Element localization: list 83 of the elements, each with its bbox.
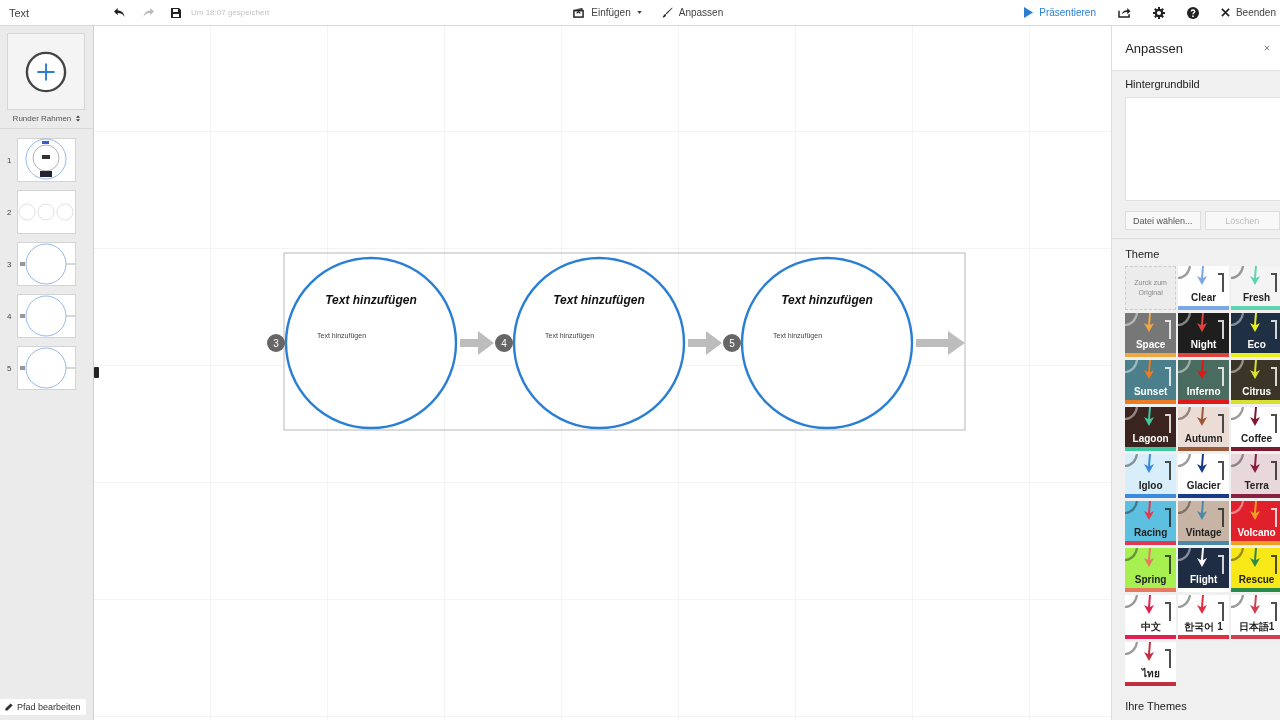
frame-title[interactable]: Text hinzufügen — [781, 293, 873, 307]
play-icon — [1024, 7, 1034, 18]
settings-icon[interactable] — [1152, 6, 1165, 19]
theme-sample-drawing — [1231, 407, 1280, 433]
theme-tile[interactable]: Flight — [1178, 548, 1230, 592]
theme-tile[interactable]: Volcano — [1231, 501, 1280, 545]
theme-tile[interactable]: Coffee — [1231, 407, 1280, 451]
frame-title[interactable]: Text hinzufügen — [553, 293, 645, 307]
theme-tile[interactable]: 한국어 1 — [1178, 595, 1230, 639]
customize-button[interactable]: Anpassen — [661, 7, 724, 18]
edit-path-button[interactable]: Pfad bearbeiten — [0, 699, 86, 715]
theme-tile[interactable]: Night — [1178, 313, 1230, 357]
frame-number: 5 — [729, 338, 735, 349]
frame-number: 4 — [501, 338, 507, 349]
theme-tile[interactable]: Lagoon — [1125, 407, 1177, 451]
present-button[interactable]: Präsentieren — [1024, 7, 1096, 18]
close-icon[interactable] — [1264, 45, 1270, 51]
section-label: Theme — [1125, 248, 1161, 260]
theme-sample-drawing — [1231, 595, 1280, 621]
theme-sample-drawing — [1231, 501, 1280, 527]
slide-thumbnail[interactable] — [17, 242, 76, 286]
theme-tile[interactable]: Sunset — [1125, 360, 1177, 404]
slide-number: 2 — [7, 207, 11, 217]
undo-icon[interactable] — [113, 7, 126, 18]
insert-icon — [572, 7, 586, 18]
frame-number: 3 — [273, 338, 279, 349]
theme-tile[interactable]: Igloo — [1125, 454, 1177, 498]
circle-frame[interactable] — [512, 256, 686, 430]
insert-menu-button[interactable]: Einfügen — [572, 7, 642, 18]
frame-number-badge[interactable] — [266, 334, 285, 352]
slide-thumbnail[interactable] — [17, 294, 76, 338]
document-title[interactable]: Text — [9, 6, 109, 19]
theme-tile[interactable]: Spring — [1125, 548, 1177, 592]
section-label: Hintergrundbild — [1125, 78, 1201, 90]
updown-icon — [76, 115, 81, 122]
theme-sample-drawing — [1231, 454, 1280, 480]
theme-tile[interactable]: Fresh — [1231, 266, 1280, 310]
theme-tile[interactable]: Autumn — [1178, 407, 1230, 451]
theme-tile[interactable]: Inferno — [1178, 360, 1230, 404]
theme-tile[interactable]: 日本語1 — [1231, 595, 1280, 639]
theme-tile[interactable]: Space — [1125, 313, 1177, 357]
brush-icon — [661, 7, 673, 18]
pencil-icon — [5, 703, 13, 711]
save-icon[interactable] — [171, 7, 181, 18]
help-icon[interactable] — [1186, 6, 1199, 19]
theme-tile[interactable]: Eco — [1231, 313, 1280, 357]
panel-title: Anpassen — [1125, 40, 1183, 56]
plus-circle-icon — [25, 50, 68, 93]
circle-frame[interactable] — [284, 256, 458, 430]
slide-number: 1 — [7, 155, 11, 165]
section-label: Ihre Themes — [1125, 700, 1188, 712]
theme-tile[interactable]: ไทย — [1125, 642, 1177, 686]
theme-sample-drawing — [1231, 313, 1280, 339]
exit-button[interactable]: Beenden — [1220, 7, 1276, 18]
share-icon[interactable] — [1117, 7, 1131, 18]
slide-number: 4 — [7, 311, 11, 321]
theme-sample-drawing — [1231, 266, 1280, 292]
caret-icon — [636, 11, 642, 14]
frame-type-selector[interactable]: Runder Rahmen — [12, 114, 81, 128]
circle-frame[interactable] — [740, 256, 914, 430]
add-frame-button[interactable] — [7, 33, 86, 110]
choose-file-button[interactable]: Datei wählen... — [1125, 211, 1201, 230]
theme-tile[interactable]: Vintage — [1178, 501, 1230, 545]
theme-tile[interactable]: Glacier — [1178, 454, 1230, 498]
slide-number: 5 — [7, 363, 11, 373]
theme-tile[interactable]: Racing — [1125, 501, 1177, 545]
theme-tile[interactable]: Clear — [1178, 266, 1230, 310]
theme-sample-drawing — [1231, 548, 1280, 574]
slide-thumbnail[interactable] — [17, 346, 76, 390]
frame-number-badge[interactable] — [722, 334, 741, 352]
slide-thumbnail[interactable] — [17, 190, 76, 234]
theme-tile[interactable]: Citrus — [1231, 360, 1280, 404]
collapse-handle-icon[interactable] — [94, 367, 99, 378]
theme-tile[interactable]: Terra — [1231, 454, 1280, 498]
frame-number-badge[interactable] — [494, 334, 513, 352]
frame-title[interactable]: Text hinzufügen — [325, 293, 417, 307]
theme-tile[interactable]: 中文 — [1125, 595, 1177, 639]
slide-thumbnail[interactable] — [17, 138, 76, 182]
frame-border[interactable] — [283, 252, 966, 431]
theme-tile[interactable]: Rescue — [1231, 548, 1280, 592]
theme-sample-drawing — [1231, 360, 1280, 386]
close-icon — [1220, 8, 1230, 17]
slide-number: 3 — [7, 259, 11, 269]
